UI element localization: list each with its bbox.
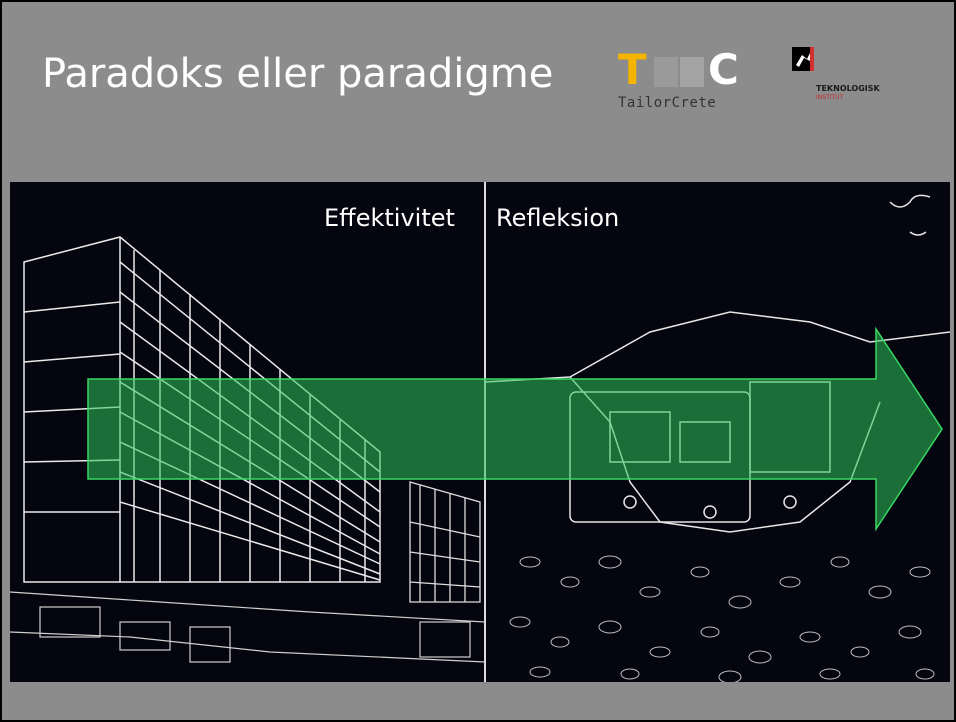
tailorcrete-logo: T C TailorCrete	[614, 47, 754, 119]
photo-illustration	[10, 182, 950, 682]
tailorcrete-logo-c: C	[708, 45, 739, 94]
label-refleksion: Refleksion	[496, 204, 620, 232]
teknologisk-institut-logo: TEKNOLOGISK INSTITUT	[792, 47, 922, 119]
slide-title: Paradoks eller paradigme	[42, 51, 554, 97]
edge-detected-photo: Effektivitet Refleksion	[10, 182, 950, 682]
tailorcrete-logo-name: TailorCrete	[618, 95, 717, 111]
label-effektivitet: Effektivitet	[324, 204, 455, 232]
progress-arrow	[87, 326, 943, 532]
teknologisk-institut-name: TEKNOLOGISK	[816, 84, 880, 93]
tailorcrete-logo-t: T	[618, 45, 647, 94]
building-right-small	[409, 481, 481, 603]
slide: Paradoks eller paradigme T C TailorCrete…	[0, 0, 956, 722]
tailorcrete-logo-mark	[654, 57, 704, 87]
teknologisk-institut-sub: INSTITUT	[816, 94, 844, 101]
gravel-texture	[509, 555, 935, 682]
teknologisk-institut-emblem	[792, 47, 814, 71]
